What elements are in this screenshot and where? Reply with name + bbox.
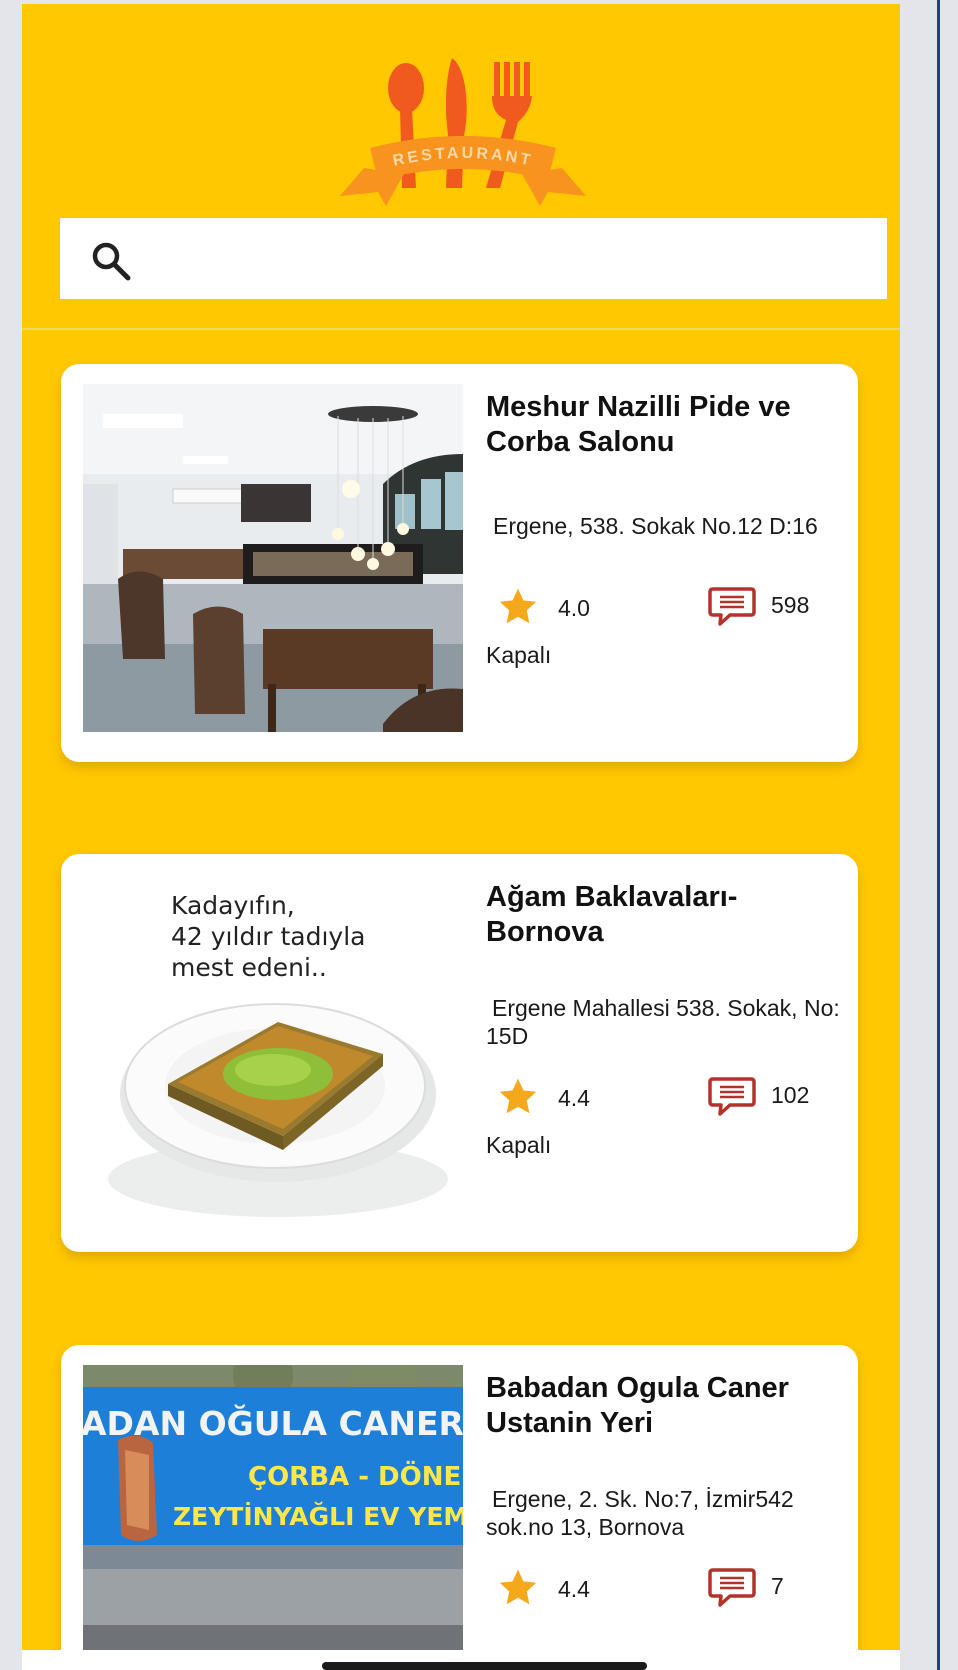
image-promo-text: Kadayıfın, 42 yıldır tadıyla mest edeni.…: [171, 891, 366, 982]
sign-line-1: ADAN OĞULA CANER U: [83, 1403, 463, 1443]
comment-icon[interactable]: [708, 586, 756, 628]
sign-line-3: ZEYTİNYAĞLI EV YEMEKL: [173, 1501, 463, 1531]
search-icon[interactable]: [90, 240, 132, 282]
search-bar[interactable]: [60, 218, 887, 299]
app-screen: RESTAURANT Meshur Nazilli Pide ve Corba …: [22, 4, 900, 1670]
restaurant-address: Ergene, 538. Sokak No.12 D:16: [493, 513, 818, 539]
open-status: Kapalı: [486, 642, 552, 668]
restaurant-photo[interactable]: Kadayıfın, 42 yıldır tadıyla mest edeni.…: [83, 874, 463, 1222]
rating-value: 4.4: [558, 1576, 590, 1602]
rating-value: 4.0: [558, 595, 590, 621]
sign-line-2: ÇORBA - DÖNER: [248, 1459, 463, 1492]
restaurant-name[interactable]: Babadan Ogula Caner Ustanin Yeri: [486, 1371, 836, 1441]
restaurant-card[interactable]: Kadayıfın, 42 yıldır tadıyla mest edeni.…: [61, 854, 858, 1252]
comment-icon[interactable]: [708, 1076, 756, 1118]
restaurant-name[interactable]: Ağam Baklavaları-Bornova: [486, 880, 836, 950]
restaurant-address: Ergene, 2. Sk. No:7, İzmir542 sok.no 13,…: [486, 1486, 801, 1540]
restaurant-card[interactable]: Meshur Nazilli Pide ve Corba Salonu Erge…: [61, 364, 858, 762]
review-count: 102: [771, 1082, 810, 1108]
restaurant-card[interactable]: ADAN OĞULA CANER U ÇORBA - DÖNER ZEYTİNY…: [61, 1345, 858, 1670]
rating-row: 4.4 7: [486, 1567, 846, 1609]
restaurant-logo: RESTAURANT: [340, 58, 586, 206]
star-icon: [499, 588, 537, 624]
restaurant-photo[interactable]: ADAN OĞULA CANER U ÇORBA - DÖNER ZEYTİNY…: [83, 1365, 463, 1665]
review-count: 598: [771, 592, 810, 618]
search-input[interactable]: [150, 236, 867, 282]
star-icon: [499, 1569, 537, 1605]
review-count: 7: [771, 1573, 784, 1599]
rating-value: 4.4: [558, 1085, 590, 1111]
star-icon: [499, 1078, 537, 1114]
window-edge: [937, 0, 940, 1670]
comment-icon[interactable]: [708, 1567, 756, 1609]
rating-row: 4.0 598: [486, 586, 846, 628]
restaurant-name[interactable]: Meshur Nazilli Pide ve Corba Salonu: [486, 390, 836, 460]
header-divider: [22, 328, 900, 330]
restaurant-address: Ergene Mahallesi 538. Sokak, No: 15D: [486, 995, 847, 1049]
restaurant-photo[interactable]: [83, 384, 463, 732]
home-indicator[interactable]: [322, 1662, 647, 1670]
rating-row: 4.4 102: [486, 1076, 846, 1118]
open-status: Kapalı: [486, 1132, 552, 1158]
